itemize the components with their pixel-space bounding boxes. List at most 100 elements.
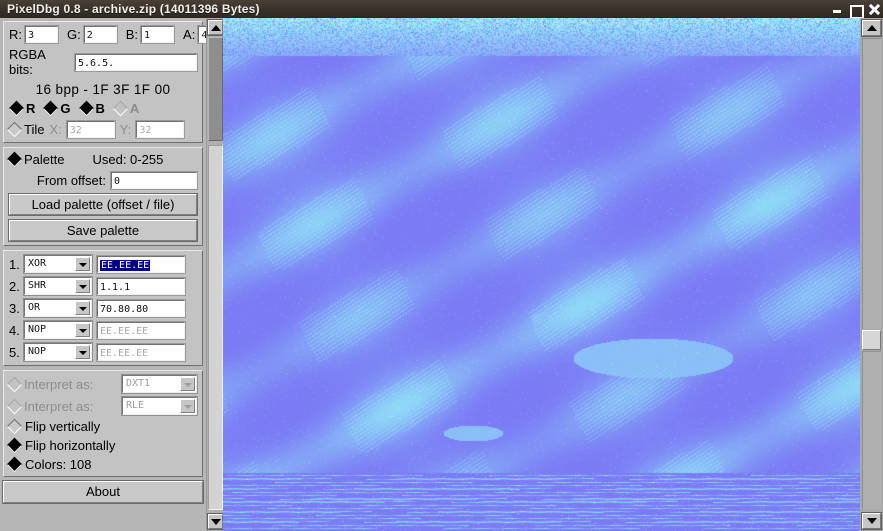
window-title: PixelDbg 0.8 - archive.zip (14011396 Byt…	[7, 2, 260, 16]
tile-x-input[interactable]: 32	[65, 120, 116, 139]
image-scrollbar[interactable]	[860, 18, 883, 531]
client-area: R: 3 G: 2 B: 1 A: 4 RGBA bits: 5.6.5. 16…	[0, 18, 883, 531]
scroll-up-icon[interactable]	[861, 19, 882, 37]
load-palette-button[interactable]: Load palette (offset / file)	[8, 193, 198, 216]
channel-label-g: G	[60, 101, 71, 116]
operation-index: 1.	[9, 256, 20, 272]
g-input[interactable]: 2	[82, 25, 118, 44]
panel-scrollbar-trough[interactable]	[208, 145, 223, 510]
chevron-down-icon[interactable]	[75, 257, 90, 271]
colors-checkbox[interactable]: Colors: 108	[6, 456, 197, 473]
channel-label-a: A	[129, 101, 140, 116]
flip-vertically-checkbox[interactable]: Flip vertically	[6, 418, 197, 435]
scroll-down-icon[interactable]	[207, 513, 224, 530]
pixel-preview-canvas[interactable]	[223, 18, 860, 531]
operation-index: 5.	[9, 344, 20, 360]
operation-value-input[interactable]: EE.EE.EE	[96, 320, 186, 340]
b-label: B:	[125, 27, 139, 42]
minimize-icon[interactable]	[832, 3, 843, 16]
operation-select[interactable]: XOR	[23, 254, 93, 274]
flip-vertically-label: Flip vertically	[25, 419, 101, 434]
palette-checkbox[interactable]: Palette	[6, 151, 65, 168]
diamond-checked-icon	[6, 151, 23, 168]
window-controls	[832, 0, 879, 19]
flip-horizontally-label: Flip horizontally	[25, 438, 116, 453]
interpret-dxt-row: Interpret as: DXT1	[6, 374, 198, 394]
scroll-down-icon[interactable]	[861, 512, 882, 530]
palette-offset-row: From offset: 0	[9, 171, 198, 190]
palette-label: Palette	[24, 152, 65, 167]
chevron-down-icon[interactable]	[75, 301, 90, 315]
panel-scrollbar[interactable]	[206, 18, 224, 531]
flip-horizontally-checkbox[interactable]: Flip horizontally	[6, 437, 197, 454]
g-label: G:	[67, 27, 81, 42]
from-offset-input[interactable]: 0	[110, 171, 198, 190]
interpret-dxt-label: Interpret as:	[24, 376, 94, 392]
image-scrollbar-trough-top[interactable]	[862, 38, 881, 329]
close-icon[interactable]	[868, 3, 879, 16]
operations-group: 1. XOR EE.EE.EE 2. SHR 1.1.1 3. OR 70.80…	[3, 250, 203, 366]
operation-row: 2. SHR 1.1.1	[9, 276, 197, 296]
operation-value-input[interactable]: 70.80.80	[96, 298, 186, 318]
title-bar[interactable]: PixelDbg 0.8 - archive.zip (14011396 Byt…	[0, 0, 883, 19]
operation-value-text: EE.EE.EE	[100, 259, 151, 271]
tile-y-label: Y:	[119, 122, 132, 137]
interpret-rle-checkbox	[6, 398, 23, 414]
interpret-dxt-select: DXT1	[121, 374, 198, 394]
tile-y-input[interactable]: 32	[135, 120, 186, 139]
rgba-bits-input[interactable]: 5.6.5.	[73, 52, 199, 72]
maximize-icon[interactable]	[850, 3, 864, 19]
r-input[interactable]: 3	[24, 25, 59, 44]
bpp-summary: 16 bpp - 1F 3F 1F 00	[35, 82, 171, 97]
pixel-format-group: R: 3 G: 2 B: 1 A: 4 RGBA bits: 5.6.5. 16…	[3, 21, 233, 143]
image-viewport[interactable]	[223, 18, 860, 531]
chevron-down-icon[interactable]	[75, 279, 90, 293]
g-order-cell: G: 2	[67, 25, 118, 44]
chevron-down-icon[interactable]	[75, 345, 90, 359]
operation-select[interactable]: OR	[23, 298, 93, 318]
operation-select-value: OR	[28, 302, 41, 313]
panel-scrollbar-thumb[interactable]	[208, 37, 223, 141]
interpret-dxt-checkbox	[6, 376, 23, 392]
diamond-unchecked-icon	[6, 121, 23, 138]
operation-value-input[interactable]: 1.1.1	[96, 276, 186, 296]
tile-row: Tile X: 32 Y: 32	[6, 120, 197, 139]
channel-label-r: R	[26, 101, 36, 116]
channel-toggles: R G B A	[8, 100, 197, 117]
operation-index: 4.	[9, 322, 20, 338]
image-scrollbar-thumb[interactable]	[862, 330, 881, 350]
operation-select[interactable]: SHR	[23, 276, 93, 296]
operation-select[interactable]: NOP	[23, 320, 93, 340]
operation-value-input[interactable]: EE.EE.EE	[96, 254, 186, 274]
save-palette-button[interactable]: Save palette	[8, 219, 198, 242]
image-scrollbar-trough-bottom[interactable]	[862, 351, 881, 509]
tile-checkbox[interactable]: Tile	[6, 121, 45, 138]
diamond-checked-icon	[8, 100, 25, 117]
operation-select-value: NOP	[28, 324, 47, 335]
palette-group: Palette Used: 0-255 From offset: 0 Load …	[3, 147, 203, 246]
diamond-unchecked-icon	[6, 376, 23, 392]
interpret-rle-value: RLE	[126, 400, 145, 411]
colors-label: Colors: 108	[25, 457, 92, 472]
interpret-rle-row: Interpret as: RLE	[6, 396, 198, 416]
channel-toggle-r[interactable]: R	[8, 100, 36, 117]
diamond-unchecked-icon	[6, 418, 23, 435]
operation-select-value: XOR	[28, 258, 47, 269]
tile-label: Tile	[24, 122, 45, 137]
operation-select[interactable]: NOP	[23, 342, 93, 362]
operation-row: 5. NOP EE.EE.EE	[9, 342, 197, 362]
channel-toggle-g[interactable]: G	[43, 100, 71, 117]
from-offset-label: From offset:	[36, 173, 106, 188]
operation-index: 2.	[9, 278, 20, 294]
r-order-cell: R: 3	[9, 25, 59, 44]
channel-toggle-b[interactable]: B	[78, 100, 105, 117]
interpret-dxt-value: DXT1	[126, 378, 151, 389]
about-button[interactable]: About	[2, 480, 204, 504]
b-input[interactable]: 1	[140, 25, 176, 44]
diamond-checked-icon	[43, 100, 59, 117]
pixeldbg-window: PixelDbg 0.8 - archive.zip (14011396 Byt…	[0, 0, 883, 531]
diamond-checked-icon	[6, 437, 23, 454]
scroll-up-icon[interactable]	[207, 19, 224, 36]
operation-value-input[interactable]: EE.EE.EE	[96, 342, 186, 362]
chevron-down-icon[interactable]	[75, 323, 90, 337]
